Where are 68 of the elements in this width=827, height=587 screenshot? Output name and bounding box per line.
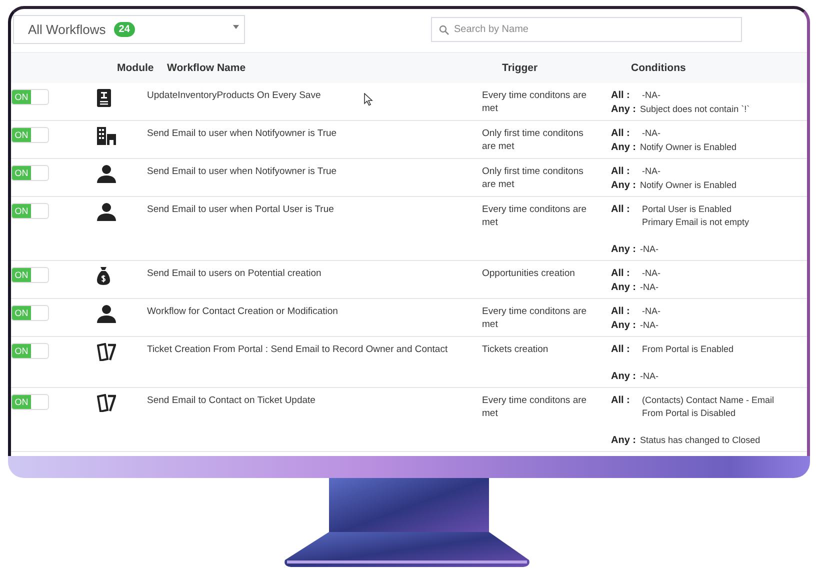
trigger-text: Every time conditons are met xyxy=(482,203,588,229)
all-label: All : xyxy=(611,89,631,102)
search-field[interactable]: Search by Name xyxy=(431,17,742,42)
condition-text: -NA- xyxy=(642,165,660,178)
workflow-name[interactable]: Send Email to user when Portal User is True xyxy=(147,203,482,216)
column-header: Module xyxy=(117,62,155,74)
any-label: Any : xyxy=(611,434,636,447)
condition-text: Notify Owner is Enabled xyxy=(640,179,737,192)
condition-text: From Portal is Enabled xyxy=(642,343,734,356)
condition-text: -NA- xyxy=(642,127,660,140)
person-icon xyxy=(97,165,116,183)
document-icon xyxy=(97,89,111,107)
money-bag-icon xyxy=(97,267,110,285)
any-label: Any : xyxy=(611,370,636,383)
count-badge: 24 xyxy=(114,22,135,37)
all-label: All : xyxy=(611,267,631,280)
all-label: All : xyxy=(611,305,631,318)
building-icon xyxy=(97,127,116,145)
column-header: Conditions xyxy=(631,62,687,74)
filter-label: All Workflows xyxy=(28,22,106,37)
condition-text: From Portal is Disabled xyxy=(642,407,737,420)
trigger-text: Every time conditons are met xyxy=(482,89,588,115)
workflow-name[interactable]: Send Email to user when Notifyowner is True xyxy=(147,165,482,178)
workflow-name[interactable]: Send Email to Contact on Ticket Update xyxy=(147,394,482,407)
trigger-text: Tickets creation xyxy=(482,343,550,356)
any-label: Any : xyxy=(611,141,636,154)
all-label: All : xyxy=(611,127,631,140)
column-header: Trigger xyxy=(502,62,539,74)
ticket-icon xyxy=(97,394,116,412)
condition-text: -NA- xyxy=(642,305,660,318)
any-label: Any : xyxy=(611,319,636,332)
condition-text: -NA- xyxy=(640,319,658,332)
ticket-icon xyxy=(97,343,116,361)
condition-text: Portal User is Enabled xyxy=(642,203,733,216)
trigger-text: Opportunities creation xyxy=(482,267,576,280)
condition-text: Subject does not contain `!` xyxy=(640,103,750,116)
all-label: All : xyxy=(611,203,631,217)
condition-text: Primary Email is not empty xyxy=(642,216,750,229)
workflow-name[interactable]: Send Email to users on Potential creation xyxy=(147,267,482,280)
workflow-name[interactable]: Ticket Creation From Portal : Send Email to Record Owner and Contact xyxy=(147,343,482,356)
trigger-text: Every time conditons are met xyxy=(482,394,588,420)
person-icon xyxy=(97,203,116,221)
all-label: All : xyxy=(611,394,631,408)
trigger-text: Every time conditons are met xyxy=(482,305,588,331)
condition-text: -NA- xyxy=(642,89,660,102)
any-label: Any : xyxy=(611,103,636,116)
workflow-name[interactable]: UpdateInventoryProducts On Every Save xyxy=(147,89,482,102)
trigger-text: Only first time conditons are met xyxy=(482,165,584,191)
trigger-text: Only first time conditons are met xyxy=(482,127,584,153)
workflow-name[interactable]: Send Email to user when Notifyowner is True xyxy=(147,127,482,140)
caret-icon xyxy=(233,25,239,29)
condition-text: Notify Owner is Enabled xyxy=(640,141,737,154)
condition-text: (Contacts) Contact Name - Email xyxy=(642,394,774,407)
condition-text: -NA- xyxy=(640,370,658,383)
any-label: Any : xyxy=(611,243,636,256)
workflow-filter-dropdown[interactable]: All Workflows 24 xyxy=(13,15,245,44)
cursor-icon xyxy=(364,93,373,106)
all-label: All : xyxy=(611,165,631,178)
condition-text: -NA- xyxy=(640,243,658,256)
person-icon xyxy=(97,305,116,323)
condition-text: -NA- xyxy=(642,267,660,280)
column-header: Workflow Name xyxy=(167,62,247,74)
any-label: Any : xyxy=(611,179,636,192)
any-label: Any : xyxy=(611,281,636,294)
workflow-name[interactable]: Workflow for Contact Creation or Modification xyxy=(147,305,482,318)
condition-text: Status has changed to Closed xyxy=(640,434,760,447)
all-label: All : xyxy=(611,343,631,356)
condition-text: -NA- xyxy=(640,281,658,294)
